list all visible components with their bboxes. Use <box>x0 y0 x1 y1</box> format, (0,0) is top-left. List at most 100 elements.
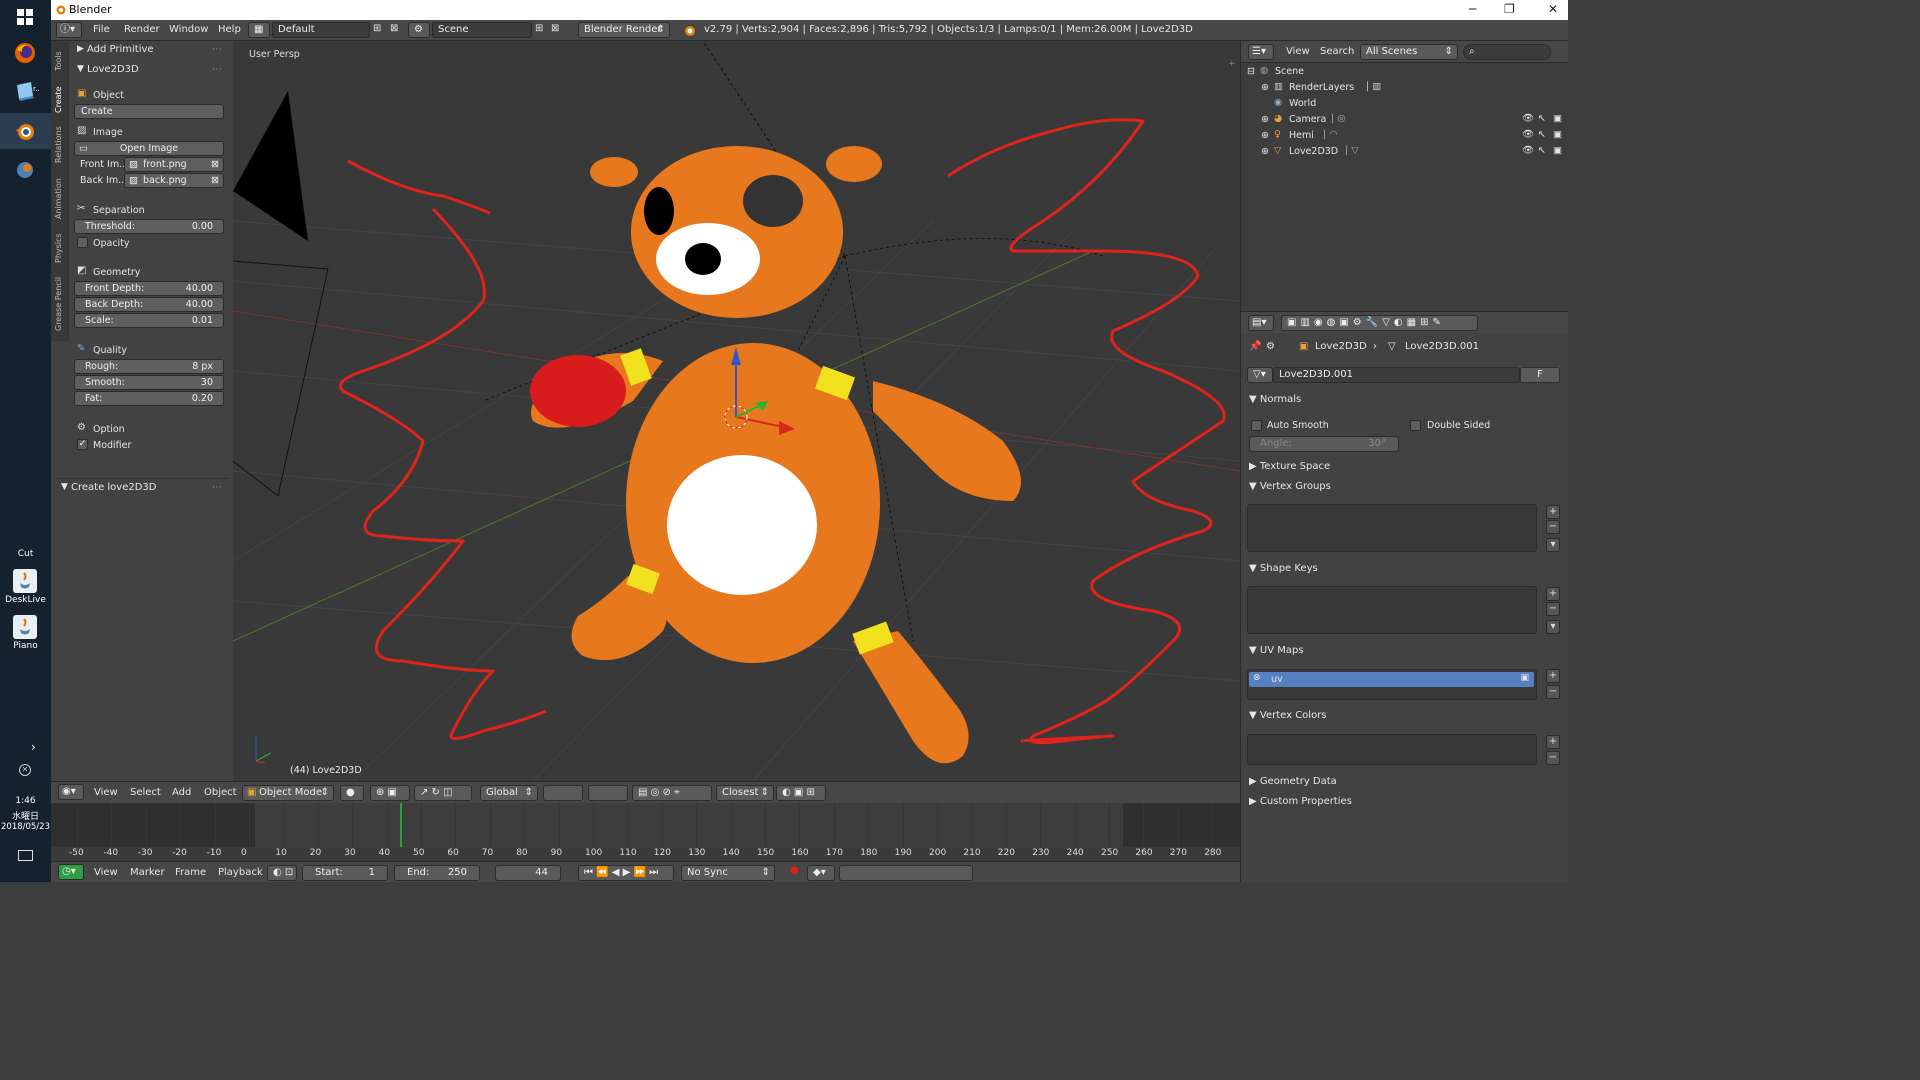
panel-expand-icon[interactable]: ▼ <box>61 482 68 492</box>
tab-tools[interactable]: Tools <box>54 51 63 71</box>
windows-start-icon[interactable] <box>9 2 41 32</box>
outliner-row-scene[interactable]: ⊟ ◍ Scene <box>1241 64 1568 80</box>
menu-render[interactable]: Render <box>124 24 160 35</box>
smooth-field[interactable]: Smooth: 30 <box>74 375 224 390</box>
opacity-checkbox[interactable] <box>77 237 88 248</box>
vertex-colors-panel[interactable]: ▼ Vertex Colors <box>1249 710 1327 721</box>
clear-icon[interactable]: ⊠ <box>211 158 219 171</box>
add-scene-icon[interactable]: ⊞ <box>535 23 543 34</box>
menu-playback[interactable]: Playback <box>218 867 263 878</box>
visibility-eye-icon[interactable]: 👁 <box>1522 113 1534 124</box>
proportional-edit-icons[interactable]: ▤ ◎ ⊘ ⌖ <box>632 785 712 801</box>
shape-keys-list[interactable] <box>1247 586 1537 634</box>
current-frame-field[interactable]: 44 <box>495 865 561 881</box>
custom-properties-panel[interactable]: ▶ Custom Properties <box>1249 796 1352 807</box>
expand-icon[interactable]: ⊕ <box>1261 82 1269 93</box>
editor-type-3dview-icon[interactable]: ◉▾ <box>58 784 84 800</box>
drag-handle-icon[interactable]: ⋯ <box>212 482 222 493</box>
outliner-row-love2d3d[interactable]: ⊕ ▽ Love2D3D | ▽ 👁 ↖ ▣ <box>1241 144 1568 160</box>
close-circle-icon[interactable]: ✕ <box>19 764 31 776</box>
screen-layout-field[interactable]: Default <box>272 22 370 38</box>
notification-icon[interactable] <box>18 850 33 861</box>
menu-object[interactable]: Object <box>204 787 237 798</box>
delete-layout-icon[interactable]: ⊠ <box>390 23 398 34</box>
camera-object[interactable] <box>233 91 308 241</box>
tab-grease-pencil[interactable]: Grease Pencil <box>54 277 63 331</box>
selectable-cursor-icon[interactable]: ↖ <box>1538 113 1546 124</box>
keying-set-field[interactable] <box>839 865 973 881</box>
preview-range-icons[interactable]: ◐ ⊡ <box>267 865 297 881</box>
normals-panel[interactable]: ▼ Normals <box>1249 394 1301 405</box>
collapse-icon[interactable]: ⊟ <box>1247 66 1255 77</box>
back-image-field[interactable]: ▨ back.png ⊠ <box>124 173 224 188</box>
layers-grid[interactable] <box>543 785 583 801</box>
java-icon[interactable] <box>9 566 41 596</box>
end-frame-field[interactable]: End: 250 <box>394 865 480 881</box>
tab-create[interactable]: Create <box>54 86 63 113</box>
tab-animation[interactable]: Animation <box>54 178 63 219</box>
timeline-playhead[interactable] <box>400 803 403 847</box>
texture-space-panel[interactable]: ▶ Texture Space <box>1249 461 1330 472</box>
love2d3d-panel-title[interactable]: Love2D3D <box>87 64 139 75</box>
menu-window[interactable]: Window <box>169 24 208 35</box>
outliner-row-camera[interactable]: ⊕ ◕ Camera | ◎ 👁 ↖ ▣ <box>1241 112 1568 128</box>
add-icon[interactable]: + <box>1546 669 1560 683</box>
menu-add[interactable]: Add <box>172 787 191 798</box>
add-icon[interactable]: + <box>1546 505 1560 519</box>
auto-smooth-checkbox[interactable] <box>1251 420 1262 431</box>
modifier-checkbox[interactable]: ✓ <box>77 439 88 450</box>
delete-scene-icon[interactable]: ⊠ <box>551 23 559 34</box>
maximize-button[interactable]: ❐ <box>1504 2 1515 16</box>
geometry-data-panel[interactable]: ▶ Geometry Data <box>1249 776 1337 787</box>
blender-icon[interactable] <box>9 116 41 146</box>
3d-viewport[interactable]: User Persp (44) Love2D3D + <box>233 41 1240 781</box>
expand-icon[interactable]: ⊕ <box>1261 130 1269 141</box>
renderable-camera-icon[interactable]: ▣ <box>1553 145 1562 156</box>
front-image-field[interactable]: ▨ front.png ⊠ <box>124 157 224 172</box>
blender-globe-icon[interactable] <box>9 154 41 184</box>
back-depth-field[interactable]: Back Depth: 40.00 <box>74 297 224 312</box>
specials-menu-icon[interactable]: ▾ <box>1546 538 1560 552</box>
add-icon[interactable]: + <box>1546 587 1560 601</box>
rough-field[interactable]: Rough: 8 px <box>74 359 224 374</box>
fake-user-button[interactable]: F <box>1520 367 1560 383</box>
pin-icon[interactable]: 📌 <box>1249 341 1261 352</box>
open-image-button[interactable]: ▭ Open Image <box>74 141 224 156</box>
render-preview-icons[interactable]: ◐ ▣ ⊞ <box>776 785 826 801</box>
camera-icon[interactable]: ▣ <box>1520 673 1529 683</box>
menu-file[interactable]: File <box>93 24 110 35</box>
chevron-right-icon[interactable]: › <box>31 740 36 754</box>
add-layout-icon[interactable]: ⊞ <box>373 23 381 34</box>
specials-menu-icon[interactable]: ▾ <box>1546 620 1560 634</box>
vertex-groups-panel[interactable]: ▼ Vertex Groups <box>1249 481 1331 492</box>
remove-icon[interactable]: − <box>1546 602 1560 616</box>
minimize-button[interactable]: ─ <box>1469 2 1476 16</box>
create-love2d3d-operator-panel[interactable]: Create love2D3D <box>71 482 157 493</box>
drag-handle-icon[interactable]: ⋯ <box>212 44 222 55</box>
uv-map-item[interactable]: ⊗ uv ▣ <box>1249 672 1534 687</box>
fat-field[interactable]: Fat: 0.20 <box>74 391 224 406</box>
menu-help[interactable]: Help <box>218 24 241 35</box>
mode-dropdown[interactable]: ▣ Object Mode ⇕ <box>242 785 334 801</box>
display-mode-dropdown[interactable]: All Scenes ⇕ <box>1360 44 1458 60</box>
create-button[interactable]: Create <box>74 104 224 119</box>
add-icon[interactable]: + <box>1546 735 1560 749</box>
editor-type-info-icon[interactable]: ⓘ▾ <box>56 22 82 38</box>
outliner-row-renderlayers[interactable]: ⊕ ▥ RenderLayers | ▥ <box>1241 80 1568 96</box>
mesh-name-field[interactable]: Love2D3D.001 <box>1273 367 1520 383</box>
keying-icons[interactable]: ◆▾ <box>807 865 835 881</box>
visibility-eye-icon[interactable]: 👁 <box>1522 129 1534 140</box>
visibility-eye-icon[interactable]: 👁 <box>1522 145 1534 156</box>
playback-controls[interactable]: ⏮ ⏪ ◀ ▶ ⏩ ⏭ <box>578 865 674 881</box>
expand-icon[interactable]: ⊕ <box>1261 146 1269 157</box>
outliner-row-world[interactable]: ◉ World <box>1241 96 1568 112</box>
close-button[interactable]: ✕ <box>1548 2 1558 16</box>
orientation-dropdown[interactable]: Global ⇕ <box>480 785 538 801</box>
expand-icon[interactable]: ⊕ <box>1261 114 1269 125</box>
clear-icon[interactable]: ⊠ <box>211 174 219 187</box>
screen-layout-icon[interactable]: ▦ <box>248 22 270 38</box>
menu-view[interactable]: View <box>1286 46 1310 57</box>
menu-view[interactable]: View <box>94 867 118 878</box>
front-depth-field[interactable]: Front Depth: 40.00 <box>74 281 224 296</box>
menu-view[interactable]: View <box>94 787 118 798</box>
